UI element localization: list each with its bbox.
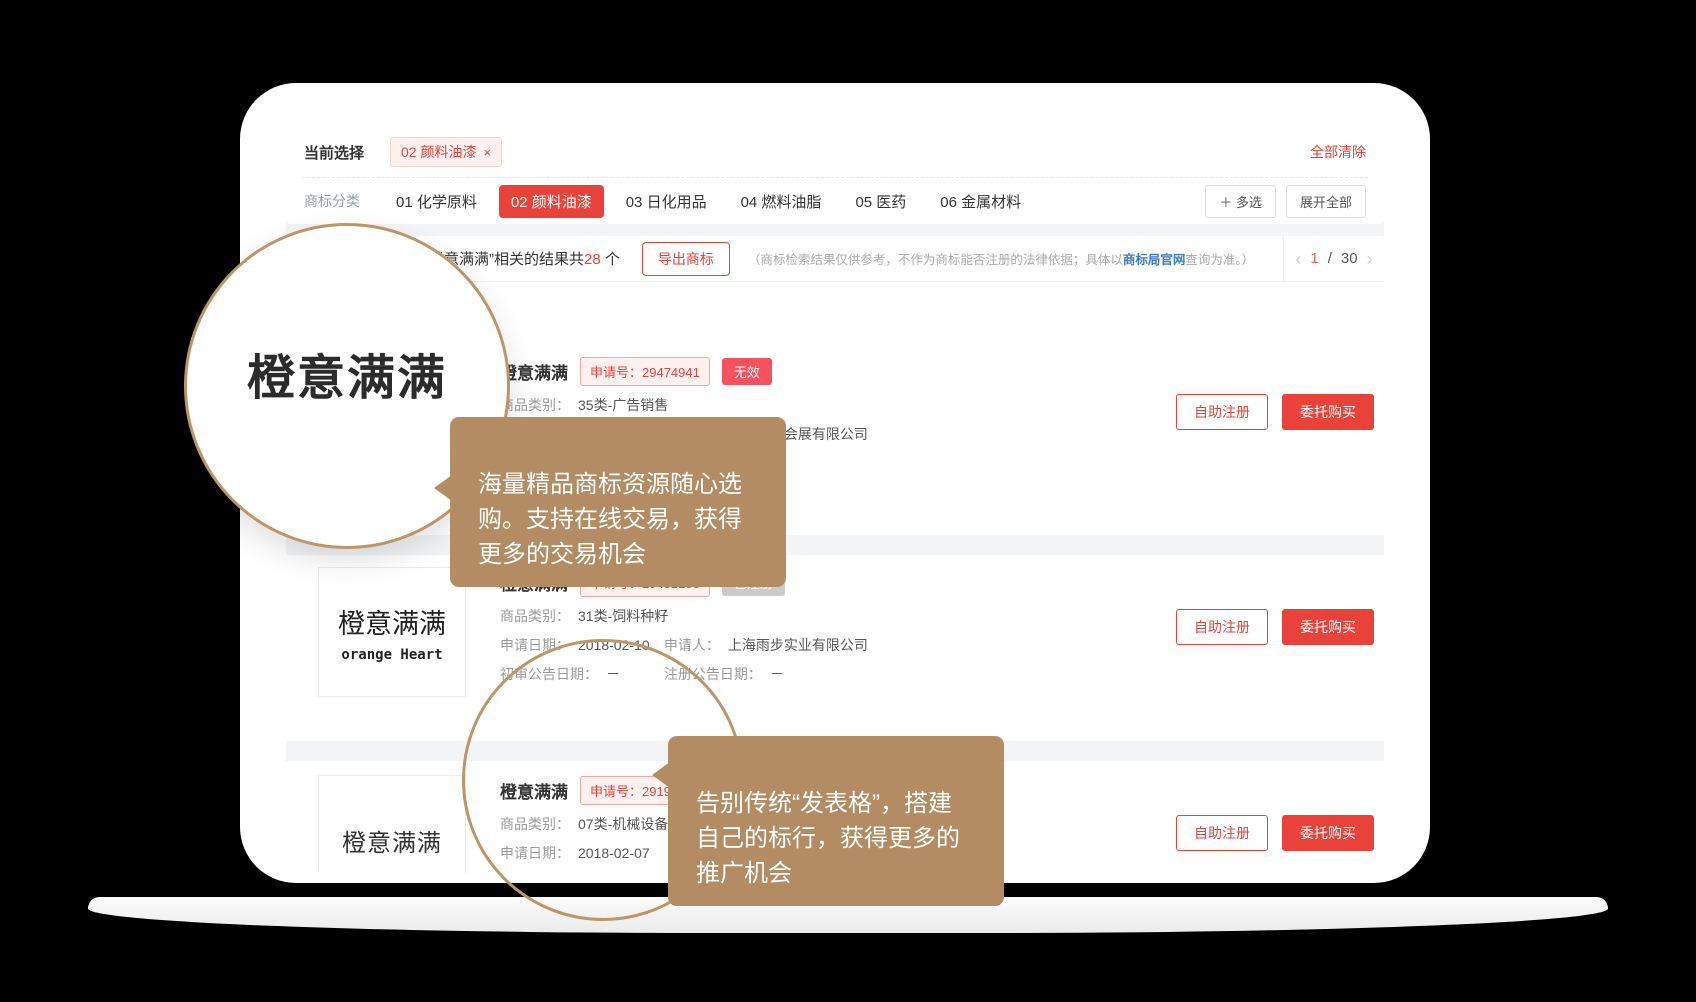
trademark-name[interactable]: 橙意满满	[500, 359, 568, 384]
entrust-purchase-button[interactable]: 委托购买	[1282, 815, 1374, 851]
self-register-button[interactable]: 自助注册	[1176, 394, 1268, 430]
callout-arrow-icon	[652, 762, 670, 788]
pagination-current-page: 1	[1310, 250, 1318, 267]
tab-category-06[interactable]: 06 金属材料	[928, 185, 1033, 218]
trademark-image-text: 橙意满满	[338, 602, 446, 641]
trademark-office-link[interactable]: 商标局官网	[1123, 253, 1186, 267]
row-actions: 自助注册 委托购买	[1176, 815, 1374, 851]
chevron-left-icon[interactable]: ‹	[1295, 250, 1301, 268]
current-selection-row: 当前选择 02 颜料油漆 × 全部清除	[286, 127, 1384, 177]
pagination: ‹ 1 / 30 ›	[1283, 236, 1384, 281]
tab-category-03[interactable]: 03 日化用品	[614, 185, 719, 218]
application-number-tag: 申请号：29474941	[580, 357, 710, 386]
pagination-total-pages: 30	[1341, 250, 1358, 267]
application-number-label: 申请号：	[590, 365, 642, 380]
entrust-purchase-button[interactable]: 委托购买	[1282, 394, 1374, 430]
category-filter-row: 商标分类 01 化学原料 02 颜料油漆 03 日化用品 04 燃料油脂 05 …	[286, 178, 1384, 224]
magnified-trademark-text: 橙意满满	[247, 338, 447, 408]
disclaimer-suffix: 查询为准。）	[1185, 253, 1254, 267]
filter-panel: 当前选择 02 颜料油漆 × 全部清除 商标分类 01 化学原料 02 颜料油漆…	[286, 127, 1384, 224]
trademark-title-line: 橙意满满 申请号：29474941 无效	[500, 358, 868, 385]
current-selection-label: 当前选择	[304, 142, 364, 163]
callout-marketplace: 海量精品商标资源随心选 购。支持在线交易，获得 更多的交易机会	[450, 417, 786, 587]
result-summary-suffix: 个	[601, 251, 620, 268]
row-actions: 自助注册 委托购买	[1176, 394, 1374, 430]
trademark-image[interactable]: 橙意满满	[318, 775, 466, 873]
callout-text: 告别传统“发表格”，搭建 自己的标行，获得更多的 推广机会	[696, 790, 960, 887]
application-number-value: 29474941	[642, 365, 700, 380]
export-trademarks-button[interactable]: 导出商标	[642, 242, 730, 276]
selected-filter-chip[interactable]: 02 颜料油漆 ×	[390, 137, 502, 167]
row-actions: 自助注册 委托购买	[1176, 609, 1374, 645]
close-icon[interactable]: ×	[483, 146, 491, 159]
self-register-button[interactable]: 自助注册	[1176, 815, 1268, 851]
chevron-right-icon[interactable]: ›	[1367, 250, 1373, 268]
entrust-purchase-button[interactable]: 委托购买	[1282, 609, 1374, 645]
disclaimer-prefix: （商标检索结果仅供参考，不作为商标能否注册的法律依据；具体以	[748, 253, 1123, 267]
result-count: 28	[584, 251, 601, 268]
callout-arrow-icon	[434, 475, 452, 501]
disclaimer-text: （商标检索结果仅供参考，不作为商标能否注册的法律依据；具体以商标局官网查询为准。…	[748, 249, 1254, 268]
category-field: 商品类别：31类-饲料种籽	[500, 606, 660, 626]
expand-all-button[interactable]: 展开全部	[1286, 185, 1366, 218]
callout-text: 海量精品商标资源随心选 购。支持在线交易，获得 更多的交易机会	[478, 471, 742, 568]
field-line: 商品类别：31类-饲料种籽	[500, 606, 868, 625]
category-field: 商品类别：35类-广告销售	[500, 395, 660, 415]
tab-category-02-active[interactable]: 02 颜料油漆	[499, 185, 604, 218]
field-line: 商品类别：35类-广告销售	[500, 395, 868, 414]
tab-category-01[interactable]: 01 化学原料	[384, 185, 489, 218]
trademark-image-text: 橙意满满	[342, 823, 442, 858]
tab-category-04[interactable]: 04 燃料油脂	[729, 185, 834, 218]
clear-all-button[interactable]: 全部清除	[1310, 142, 1366, 162]
pagination-separator: /	[1328, 250, 1332, 267]
status-badge: 无效	[722, 358, 772, 385]
applicant-field: 申请人：上海雨步实业有限公司	[664, 637, 868, 653]
trademark-image-subtext: orange Heart	[341, 647, 442, 663]
self-register-button[interactable]: 自助注册	[1176, 609, 1268, 645]
trademark-image[interactable]: 橙意满满 orange Heart	[318, 567, 466, 697]
tab-category-05[interactable]: 05 医药	[843, 185, 918, 218]
selected-filter-chip-label: 02 颜料油漆	[401, 142, 476, 162]
multi-select-button[interactable]: ＋ 多选	[1205, 185, 1276, 218]
category-filter-label: 商标分类	[304, 191, 360, 211]
callout-promotion: 告别传统“发表格”，搭建 自己的标行，获得更多的 推广机会	[668, 736, 1004, 906]
